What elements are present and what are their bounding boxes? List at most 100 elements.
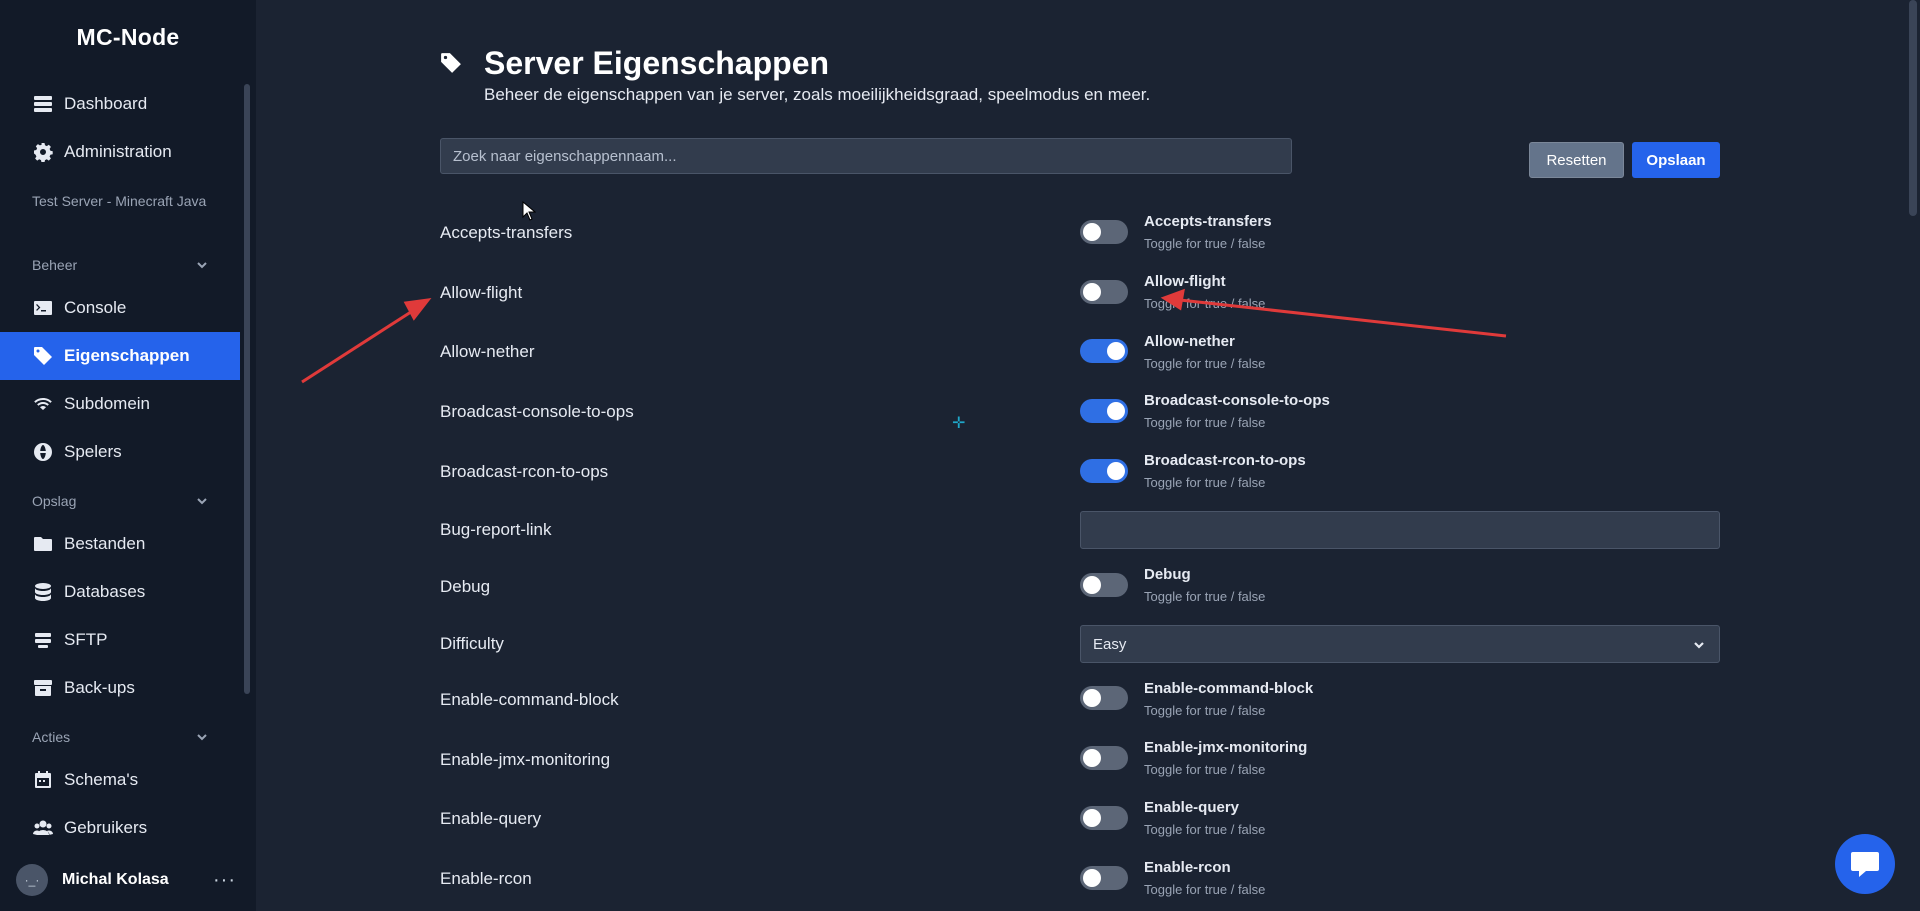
sidebar-item-sftp[interactable]: SFTP bbox=[0, 616, 240, 664]
difficulty-select[interactable]: Easy bbox=[1080, 625, 1720, 663]
bug-report-link-input[interactable] bbox=[1080, 511, 1720, 549]
page-scrollbar[interactable] bbox=[1909, 0, 1917, 216]
toggle-title: Debug bbox=[1144, 566, 1191, 583]
folder-icon bbox=[32, 533, 54, 555]
sidebar: MC-Node Dashboard Administration Test Se… bbox=[0, 0, 256, 911]
toggle-hint: Toggle for true / false bbox=[1144, 475, 1266, 490]
toggle-hint: Toggle for true / false bbox=[1144, 703, 1266, 718]
property-toggle[interactable] bbox=[1080, 399, 1128, 423]
property-label: Enable-command-block bbox=[440, 690, 619, 709]
property-toggle[interactable] bbox=[1080, 746, 1128, 770]
sidebar-item-console[interactable]: Console bbox=[0, 284, 240, 332]
avatar: ·_· bbox=[16, 864, 48, 896]
sidebar-item-label: Subdomein bbox=[64, 394, 151, 413]
brand-logo[interactable]: MC-Node bbox=[0, 24, 256, 51]
more-options-icon[interactable]: ··· bbox=[213, 869, 236, 892]
toggle-hint: Toggle for true / false bbox=[1144, 236, 1266, 251]
toggle-title: Allow-flight bbox=[1144, 273, 1226, 290]
toggle-title: Enable-query bbox=[1144, 799, 1240, 816]
sidebar-item-label: Gebruikers bbox=[64, 818, 148, 837]
tag-icon bbox=[32, 345, 54, 367]
page-title: Server Eigenschappen bbox=[484, 45, 830, 81]
toggle-hint: Toggle for true / false bbox=[1144, 356, 1266, 371]
search-input[interactable] bbox=[440, 138, 1292, 174]
property-label: Bug-report-link bbox=[440, 520, 552, 539]
section-acties[interactable]: Acties bbox=[32, 729, 208, 745]
sidebar-item-schemas[interactable]: Schema's bbox=[0, 756, 240, 804]
annotation-arrow-left bbox=[301, 308, 415, 384]
sidebar-item-label: Bestanden bbox=[64, 534, 146, 553]
sidebar-item-label: Schema's bbox=[64, 770, 139, 789]
property-label: Enable-rcon bbox=[440, 869, 532, 888]
toggle-title: Enable-command-block bbox=[1144, 680, 1314, 697]
toggle-title: Broadcast-rcon-to-ops bbox=[1144, 452, 1306, 469]
sidebar-item-label: Administration bbox=[64, 142, 172, 161]
sidebar-item-dashboard[interactable]: Dashboard bbox=[0, 80, 240, 128]
wifi-icon bbox=[32, 393, 54, 415]
annotation-arrows bbox=[301, 288, 1507, 384]
sidebar-item-eigenschappen[interactable]: Eigenschappen bbox=[0, 332, 240, 380]
property-toggle[interactable] bbox=[1080, 686, 1128, 710]
property-toggle[interactable] bbox=[1080, 806, 1128, 830]
sidebar-item-administration[interactable]: Administration bbox=[0, 128, 240, 176]
sidebar-item-databases[interactable]: Databases bbox=[0, 568, 240, 616]
page-subtitle: Beheer de eigenschappen van je server, z… bbox=[484, 85, 1151, 104]
chevron-down-icon bbox=[1693, 638, 1705, 650]
property-toggle[interactable] bbox=[1080, 339, 1128, 363]
server-name: Test Server - Minecraft Java bbox=[32, 193, 207, 209]
section-opslag[interactable]: Opslag bbox=[32, 493, 208, 509]
save-button[interactable]: Opslaan bbox=[1632, 142, 1720, 178]
sidebar-item-bestanden[interactable]: Bestanden bbox=[0, 520, 240, 568]
toggle-hint: Toggle for true / false bbox=[1144, 822, 1266, 837]
chat-button[interactable] bbox=[1835, 834, 1895, 894]
server-stack-icon bbox=[32, 93, 54, 115]
toggle-hint: Toggle for true / false bbox=[1144, 589, 1266, 604]
sidebar-item-label: SFTP bbox=[64, 630, 108, 649]
sidebar-item-subdomein[interactable]: Subdomein bbox=[0, 380, 240, 428]
toggle-title: Accepts-transfers bbox=[1144, 213, 1272, 230]
toggle-hint: Toggle for true / false bbox=[1144, 296, 1266, 311]
toggle-hint: Toggle for true / false bbox=[1144, 762, 1266, 777]
annotation-arrowhead-left bbox=[403, 298, 432, 321]
users-icon bbox=[32, 817, 54, 839]
sidebar-item-label: Console bbox=[64, 298, 127, 317]
property-label: Allow-nether bbox=[440, 342, 535, 361]
property-label: Broadcast-console-to-ops bbox=[440, 402, 634, 421]
section-beheer[interactable]: Beheer bbox=[32, 257, 208, 273]
user-profile[interactable]: ·_· Michal Kolasa ··· bbox=[0, 858, 256, 902]
sftp-icon bbox=[32, 629, 54, 651]
calendar-icon bbox=[32, 769, 54, 791]
property-label: Allow-flight bbox=[440, 283, 523, 302]
toggle-title: Enable-rcon bbox=[1144, 859, 1231, 876]
tag-icon bbox=[440, 52, 462, 74]
sidebar-item-gebruikers[interactable]: Gebruikers bbox=[0, 804, 240, 852]
sidebar-item-label: Eigenschappen bbox=[64, 346, 190, 365]
chat-icon bbox=[1851, 852, 1879, 877]
mouse-cursor-icon bbox=[522, 201, 536, 221]
property-toggle[interactable] bbox=[1080, 280, 1128, 304]
sidebar-item-back-ups[interactable]: Back-ups bbox=[0, 664, 240, 712]
property-toggle[interactable] bbox=[1080, 459, 1128, 483]
sidebar-item-spelers[interactable]: Spelers bbox=[0, 428, 240, 476]
reset-button[interactable]: Resetten bbox=[1529, 142, 1624, 178]
terminal-icon bbox=[32, 297, 54, 319]
property-toggle[interactable] bbox=[1080, 220, 1128, 244]
sidebar-item-label: Databases bbox=[64, 582, 146, 601]
globe-icon bbox=[32, 441, 54, 463]
toggle-title: Allow-nether bbox=[1144, 333, 1235, 350]
chevron-down-icon bbox=[197, 734, 207, 741]
database-icon bbox=[32, 581, 54, 603]
select-value: Easy bbox=[1093, 635, 1127, 653]
property-label: Broadcast-rcon-to-ops bbox=[440, 462, 609, 481]
crosshair-icon: ✛ bbox=[952, 415, 966, 432]
sidebar-item-label: Back-ups bbox=[64, 678, 135, 697]
toggle-title: Enable-jmx-monitoring bbox=[1144, 739, 1308, 756]
toggle-title: Broadcast-console-to-ops bbox=[1144, 392, 1330, 409]
property-label: Debug bbox=[440, 577, 491, 596]
sidebar-scrollbar[interactable] bbox=[244, 84, 250, 694]
sidebar-item-label: Dashboard bbox=[64, 94, 148, 113]
property-label: Difficulty bbox=[440, 634, 504, 653]
property-toggle[interactable] bbox=[1080, 866, 1128, 890]
chevron-down-icon bbox=[197, 262, 207, 269]
property-toggle[interactable] bbox=[1080, 573, 1128, 597]
